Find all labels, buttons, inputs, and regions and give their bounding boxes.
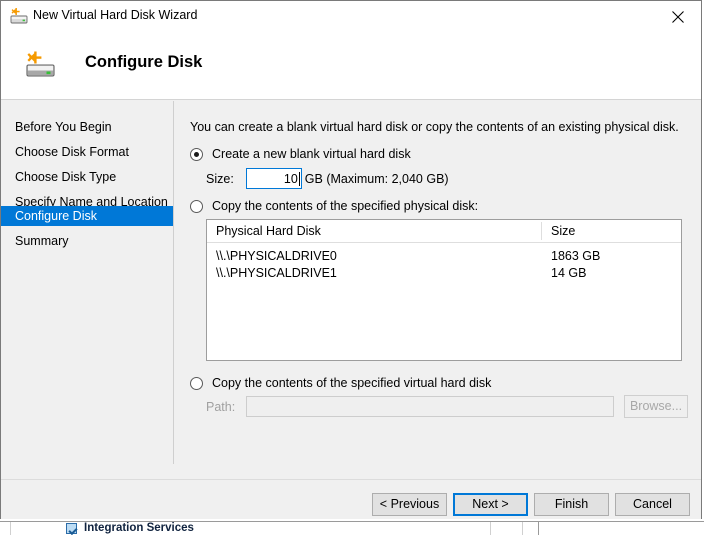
radio-create-new-blank-disk[interactable]: Create a new blank virtual hard disk bbox=[190, 145, 411, 163]
cell-disk-path: \\.\PHYSICALDRIVE0 bbox=[216, 249, 337, 263]
sidebar-item-before-you-begin[interactable]: Before You Begin bbox=[1, 117, 173, 137]
sidebar-item-configure-disk[interactable]: Configure Disk bbox=[1, 206, 173, 226]
background-row-label: Integration Services bbox=[84, 522, 194, 534]
page-title: Configure Disk bbox=[85, 53, 203, 71]
background-column-divider bbox=[522, 522, 523, 535]
size-maximum-label: GB (Maximum: 2,040 GB) bbox=[304, 171, 449, 186]
background-pane-divider bbox=[538, 522, 539, 535]
intro-text: You can create a blank virtual hard disk… bbox=[190, 120, 679, 134]
title-bar: New Virtual Hard Disk Wizard bbox=[1, 1, 701, 32]
background-row-gutter bbox=[0, 522, 11, 535]
size-label: Size: bbox=[206, 171, 234, 186]
window-title: New Virtual Hard Disk Wizard bbox=[33, 8, 198, 22]
new-virtual-hard-disk-wizard-dialog: New Virtual Hard Disk Wizard Configure D… bbox=[0, 0, 702, 519]
previous-button[interactable]: < Previous bbox=[372, 493, 447, 516]
close-icon[interactable] bbox=[655, 1, 701, 32]
cell-disk-size: 1863 GB bbox=[551, 249, 601, 263]
path-field-row: Path: Browse... bbox=[206, 395, 688, 418]
size-input[interactable] bbox=[245, 168, 302, 189]
radio-copy-virtual-disk[interactable]: Copy the contents of the specified virtu… bbox=[190, 374, 491, 392]
integration-services-icon bbox=[66, 523, 77, 534]
radio-button-indicator bbox=[190, 376, 203, 390]
radio-copy-physical-disk-label: Copy the contents of the specified physi… bbox=[212, 199, 479, 213]
background-column-divider bbox=[490, 522, 491, 535]
path-input[interactable] bbox=[246, 396, 614, 417]
cell-disk-path: \\.\PHYSICALDRIVE1 bbox=[216, 266, 337, 280]
finish-button[interactable]: Finish bbox=[534, 493, 609, 516]
new-hard-disk-icon bbox=[10, 8, 28, 25]
radio-copy-virtual-disk-label: Copy the contents of the specified virtu… bbox=[212, 376, 492, 390]
text-caret bbox=[298, 171, 300, 186]
sidebar-item-choose-disk-format[interactable]: Choose Disk Format bbox=[1, 142, 173, 162]
sidebar-item-choose-disk-type[interactable]: Choose Disk Type bbox=[1, 167, 173, 187]
cell-disk-size: 14 GB bbox=[551, 266, 587, 280]
sidebar-item-summary[interactable]: Summary bbox=[1, 231, 173, 251]
size-field-row: Size: GB (Maximum: 2,040 GB) bbox=[206, 168, 449, 189]
next-button[interactable]: Next > bbox=[453, 493, 528, 516]
table-row[interactable]: \\.\PHYSICALDRIVE1 14 GB bbox=[207, 265, 681, 282]
dialog-header: Configure Disk bbox=[1, 32, 701, 100]
new-hard-disk-icon bbox=[25, 51, 57, 81]
wizard-steps-sidebar: Before You Begin Choose Disk Format Choo… bbox=[1, 101, 173, 479]
path-label: Path: bbox=[206, 399, 236, 414]
radio-button-indicator bbox=[190, 147, 203, 161]
dialog-body: Before You Begin Choose Disk Format Choo… bbox=[1, 101, 701, 479]
table-row[interactable]: \\.\PHYSICALDRIVE0 1863 GB bbox=[207, 248, 681, 265]
cancel-button[interactable]: Cancel bbox=[615, 493, 690, 516]
background-list-row[interactable]: Integration Services bbox=[0, 521, 704, 535]
physical-disk-table[interactable]: Physical Hard Disk Size \\.\PHYSICALDRIV… bbox=[206, 219, 682, 361]
radio-button-indicator bbox=[190, 199, 203, 213]
column-header-size[interactable]: Size bbox=[551, 220, 575, 242]
column-divider[interactable] bbox=[541, 222, 542, 240]
radio-copy-physical-disk[interactable]: Copy the contents of the specified physi… bbox=[190, 197, 478, 215]
dialog-footer: < Previous Next > Finish Cancel bbox=[1, 479, 701, 519]
table-header-row: Physical Hard Disk Size bbox=[207, 220, 681, 243]
browse-button[interactable]: Browse... bbox=[624, 395, 688, 418]
wizard-page-content: You can create a blank virtual hard disk… bbox=[174, 101, 701, 479]
column-header-physical-hard-disk[interactable]: Physical Hard Disk bbox=[216, 220, 321, 242]
radio-create-new-blank-disk-label: Create a new blank virtual hard disk bbox=[212, 147, 411, 161]
